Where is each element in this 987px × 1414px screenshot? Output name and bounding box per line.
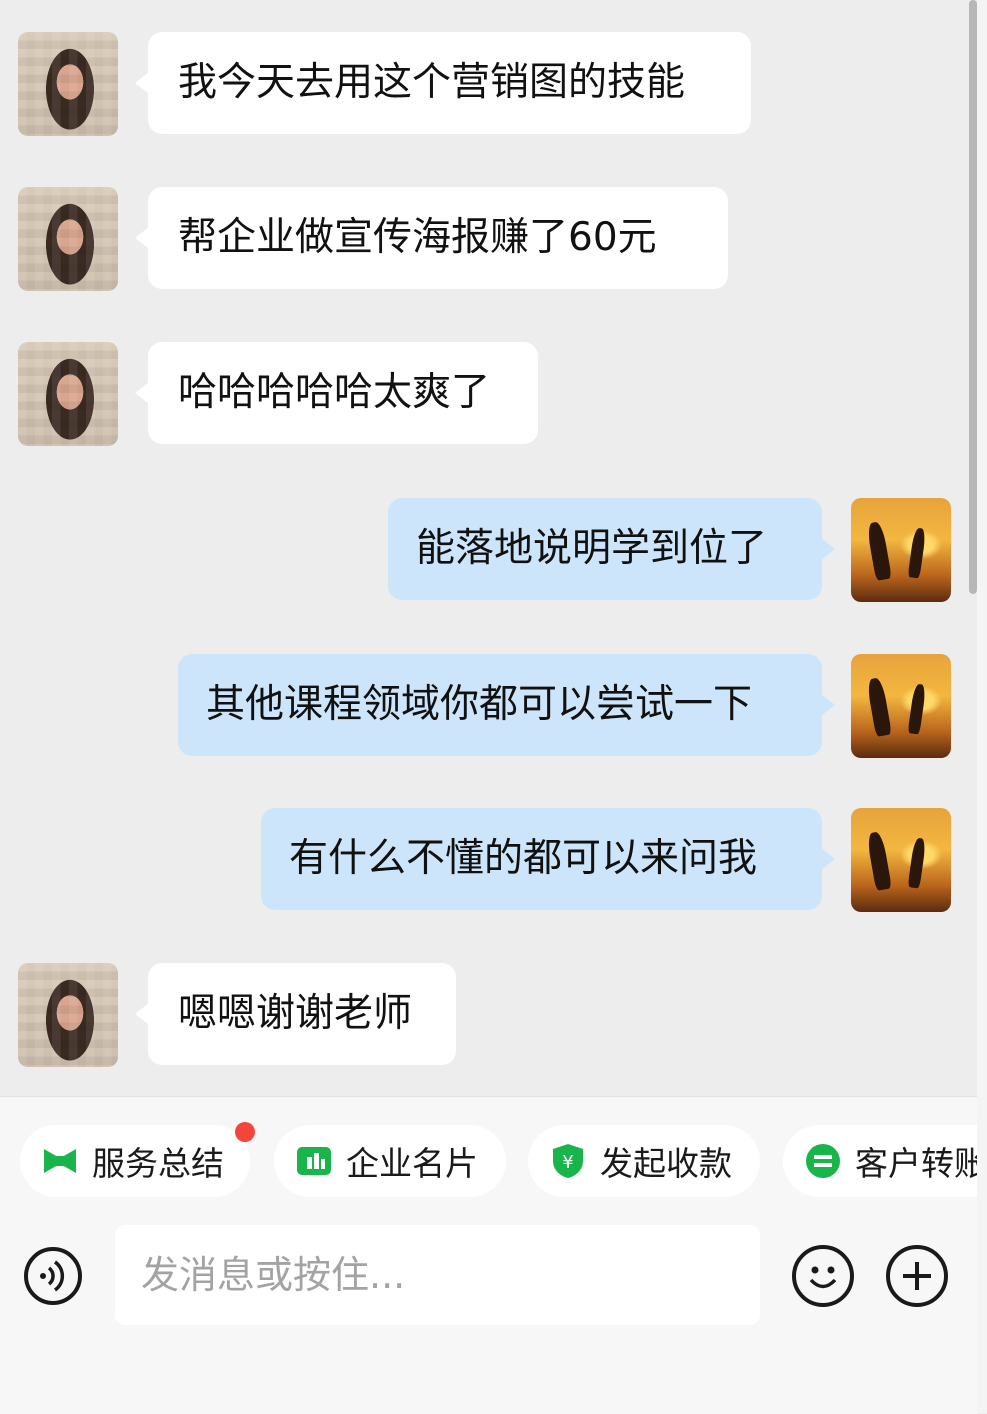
incoming-message-bubble[interactable]: 帮企业做宣传海报赚了60元 (135, 187, 728, 289)
outgoing-message-bubble[interactable]: 其他课程领域你都可以尝试一下 (178, 654, 835, 756)
contact-avatar[interactable] (18, 187, 118, 291)
customer-transfer-button[interactable]: 客户转账 (783, 1125, 977, 1197)
window-edge (977, 0, 987, 1413)
outgoing-message-bubble[interactable]: 能落地说明学到位了 (388, 498, 835, 600)
svg-text:¥: ¥ (562, 1152, 573, 1173)
plus-icon (903, 1262, 931, 1290)
voice-icon (40, 1260, 65, 1292)
request-payment-button[interactable]: ¥ 发起收款 (528, 1125, 760, 1197)
message-text: 哈哈哈哈哈太爽了 (178, 370, 491, 415)
message-text: 能落地说明学到位了 (416, 526, 768, 571)
message-text: 嗯嗯谢谢老师 (178, 991, 413, 1036)
incoming-message-bubble[interactable]: 嗯嗯谢谢老师 (135, 963, 456, 1065)
incoming-message-bubble[interactable]: 我今天去用这个营销图的技能 (135, 32, 751, 134)
transfer-icon (806, 1144, 840, 1178)
my-avatar[interactable] (851, 654, 951, 758)
contact-avatar[interactable] (18, 963, 118, 1067)
message-text: 帮企业做宣传海报赚了60元 (178, 215, 657, 260)
yuan-shield-icon: ¥ (553, 1144, 583, 1178)
chip-label: 发起收款 (600, 1144, 732, 1183)
chip-label: 客户转账 (855, 1144, 977, 1183)
message-text: 有什么不懂的都可以来问我 (289, 836, 758, 881)
chip-label: 服务总结 (92, 1144, 224, 1183)
contact-avatar[interactable] (18, 32, 118, 136)
more-button[interactable] (886, 1245, 948, 1307)
incoming-message-bubble[interactable]: 哈哈哈哈哈太爽了 (135, 342, 538, 444)
message-text: 我今天去用这个营销图的技能 (178, 60, 686, 105)
notification-badge (235, 1122, 255, 1142)
contact-avatar[interactable] (18, 342, 118, 446)
outgoing-message-bubble[interactable]: 有什么不懂的都可以来问我 (261, 808, 835, 910)
voice-button[interactable] (24, 1247, 82, 1305)
message-input[interactable] (115, 1225, 760, 1325)
service-summary-button[interactable]: 服务总结 (20, 1125, 250, 1197)
input-bar (0, 1225, 977, 1329)
card-icon (297, 1147, 331, 1175)
chip-label: 企业名片 (346, 1144, 478, 1183)
bow-tie-icon (44, 1149, 76, 1173)
business-card-button[interactable]: 企业名片 (274, 1125, 506, 1197)
message-text: 其他课程领域你都可以尝试一下 (206, 682, 753, 727)
my-avatar[interactable] (851, 498, 951, 602)
bottom-toolbar: 服务总结 企业名片 ¥ 发起收款 客户转账 (0, 1096, 977, 1414)
smile-icon (809, 1266, 837, 1289)
chat-message-list[interactable]: 我今天去用这个营销图的技能 帮企业做宣传海报赚了60元 哈哈哈哈哈太爽了 能落地… (0, 0, 977, 1096)
my-avatar[interactable] (851, 808, 951, 912)
scrollbar[interactable] (969, 0, 977, 594)
emoji-button[interactable] (792, 1245, 854, 1307)
